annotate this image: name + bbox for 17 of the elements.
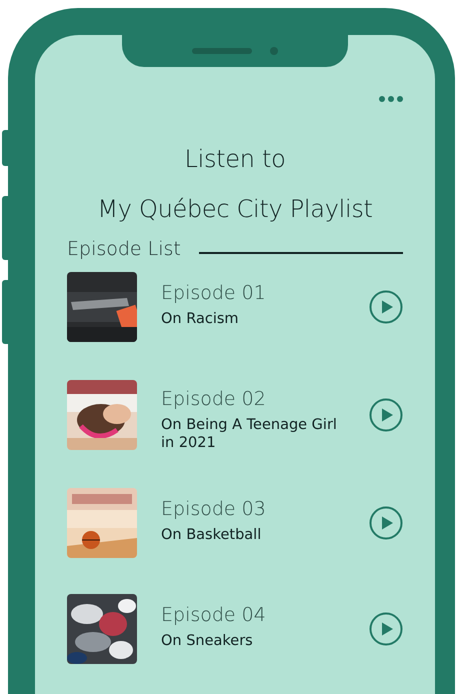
- episode-title: On Basketball: [161, 526, 262, 544]
- camera-icon: [270, 47, 278, 55]
- episode-title: On Racism: [161, 310, 240, 328]
- play-icon[interactable]: [369, 290, 403, 324]
- play-icon[interactable]: [369, 506, 403, 540]
- episode-number: Episode 03: [161, 498, 267, 520]
- page-title: Listen to: [184, 144, 286, 175]
- play-icon[interactable]: [369, 612, 403, 646]
- play-icon[interactable]: [369, 398, 403, 432]
- episode-number: Episode 01: [161, 282, 267, 304]
- episode-title: On Sneakers: [161, 632, 254, 650]
- page-title: My Québec City Playlist: [96, 194, 374, 225]
- episode-number: Episode 02: [161, 388, 267, 410]
- episode-title: On Being A Teenage Girl in 2021: [161, 416, 338, 452]
- episode-number: Episode 04: [161, 604, 267, 626]
- speaker-icon: [192, 48, 252, 54]
- section-label: Episode List: [67, 238, 181, 260]
